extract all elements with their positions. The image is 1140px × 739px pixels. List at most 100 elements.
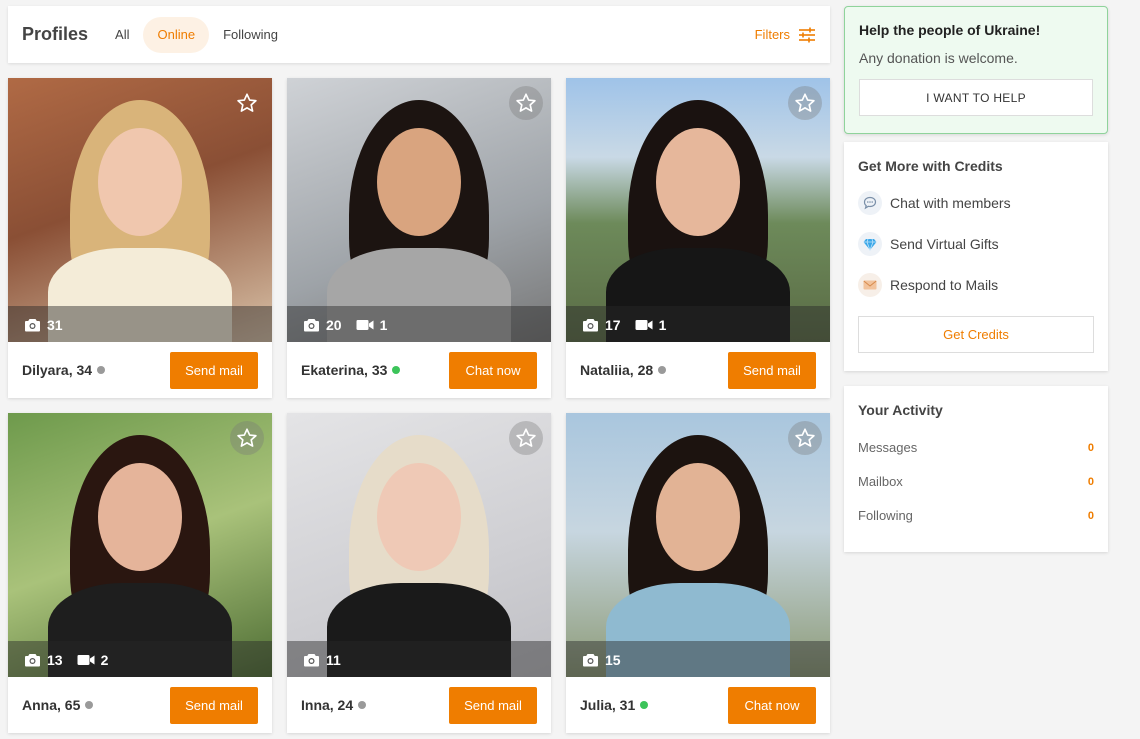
- profile-card-footer: Ekaterina, 33 Chat now: [287, 342, 551, 398]
- profile-photo[interactable]: 20 1: [287, 78, 551, 342]
- profile-name[interactable]: Julia, 31: [580, 697, 649, 713]
- activity-row-following[interactable]: Following 0: [858, 508, 1094, 523]
- video-camera-icon: [635, 320, 653, 330]
- media-counts: 31: [24, 317, 77, 333]
- favorite-star-button[interactable]: [230, 86, 264, 120]
- photo-count: 31: [24, 317, 63, 333]
- profile-name[interactable]: Dilyara, 34: [22, 362, 106, 378]
- gift-diamond-icon: [858, 232, 882, 256]
- activity-label: Messages: [858, 440, 918, 455]
- camera-icon: [25, 319, 40, 332]
- credits-item-chat: Chat with members: [858, 191, 1094, 215]
- filters-button[interactable]: Filters: [755, 27, 816, 43]
- ukraine-donation-panel: Help the people of Ukraine! Any donation…: [844, 6, 1108, 134]
- profile-card[interactable]: 17 1 Nataliia, 28 Send mail: [566, 78, 830, 398]
- credits-item-mails: Respond to Mails: [858, 273, 1094, 297]
- chat-bubble-icon: [858, 191, 882, 215]
- profile-name[interactable]: Ekaterina, 33: [301, 362, 401, 378]
- chat-now-button[interactable]: Chat now: [449, 351, 537, 389]
- activity-panel: Your Activity Messages 0 Mailbox 0 Follo…: [844, 386, 1108, 552]
- video-count: 1: [356, 317, 387, 333]
- tab-online[interactable]: Online: [143, 16, 210, 53]
- photo-count: 20: [303, 317, 342, 333]
- star-icon: [237, 93, 257, 112]
- online-status-dot: [640, 701, 649, 709]
- favorite-star-button[interactable]: [788, 86, 822, 120]
- credits-item-gifts: Send Virtual Gifts: [858, 232, 1094, 256]
- media-counts: 13 2: [24, 652, 122, 668]
- camera-icon: [25, 654, 40, 667]
- activity-title: Your Activity: [858, 402, 943, 418]
- profile-card[interactable]: 31 Dilyara, 34 Send mail: [8, 78, 272, 398]
- star-icon: [516, 428, 536, 447]
- media-counts: 11: [303, 652, 355, 668]
- activity-count: 0: [1087, 441, 1094, 454]
- star-icon: [516, 93, 536, 112]
- profile-name[interactable]: Anna, 65: [22, 697, 94, 713]
- photo-face: [377, 128, 461, 236]
- photo-face: [98, 128, 182, 236]
- credits-item-label: Chat with members: [890, 195, 1011, 211]
- sliders-icon: [799, 27, 815, 42]
- offline-status-dot: [97, 366, 106, 374]
- star-icon: [237, 428, 257, 447]
- want-to-help-button[interactable]: I WANT TO HELP: [859, 79, 1093, 116]
- profile-photo[interactable]: 15: [566, 413, 830, 677]
- envelope-icon: [858, 273, 882, 297]
- activity-row-mailbox[interactable]: Mailbox 0: [858, 474, 1094, 489]
- profile-card-footer: Inna, 24 Send mail: [287, 677, 551, 733]
- video-count: 2: [77, 652, 108, 668]
- camera-icon: [304, 654, 319, 667]
- activity-label: Mailbox: [858, 474, 903, 489]
- tab-following[interactable]: Following: [209, 17, 292, 53]
- star-icon: [795, 93, 815, 112]
- photo-count: 15: [582, 652, 621, 668]
- send-mail-button[interactable]: Send mail: [449, 686, 537, 724]
- profile-card[interactable]: 11 Inna, 24 Send mail: [287, 413, 551, 733]
- favorite-star-button[interactable]: [230, 421, 264, 455]
- favorite-star-button[interactable]: [788, 421, 822, 455]
- filters-label: Filters: [754, 27, 790, 42]
- profile-card-footer: Nataliia, 28 Send mail: [566, 342, 830, 398]
- credits-item-label: Respond to Mails: [890, 277, 999, 293]
- activity-label: Following: [858, 508, 913, 523]
- offline-status-dot: [358, 701, 367, 709]
- offline-status-dot: [85, 701, 94, 709]
- profile-name[interactable]: Inna, 24: [301, 697, 367, 713]
- profile-card[interactable]: 20 1 Ekaterina, 33 Chat now: [287, 78, 551, 398]
- photo-count: 11: [303, 652, 341, 668]
- profile-card[interactable]: 15 Julia, 31 Chat now: [566, 413, 830, 733]
- camera-icon: [583, 319, 598, 332]
- tab-all[interactable]: All: [115, 17, 143, 53]
- profile-name[interactable]: Nataliia, 28: [580, 362, 667, 378]
- video-camera-icon: [356, 320, 374, 330]
- credits-panel: Get More with Credits Chat with members …: [844, 142, 1108, 371]
- send-mail-button[interactable]: Send mail: [728, 351, 816, 389]
- activity-row-messages[interactable]: Messages 0: [858, 440, 1094, 455]
- profile-photo[interactable]: 31: [8, 78, 272, 342]
- profile-photo[interactable]: 13 2: [8, 413, 272, 677]
- credits-title: Get More with Credits: [858, 158, 1003, 174]
- photo-face: [656, 128, 740, 236]
- profile-card[interactable]: 13 2 Anna, 65 Send mail: [8, 413, 272, 733]
- video-camera-icon: [77, 655, 95, 665]
- video-count: 1: [635, 317, 666, 333]
- ukraine-subtitle: Any donation is welcome.: [859, 50, 1018, 66]
- ukraine-title: Help the people of Ukraine!: [859, 22, 1041, 38]
- activity-count: 0: [1087, 509, 1094, 522]
- send-mail-button[interactable]: Send mail: [170, 686, 258, 724]
- profile-card-footer: Anna, 65 Send mail: [8, 677, 272, 733]
- profile-photo[interactable]: 17 1: [566, 78, 830, 342]
- get-credits-button[interactable]: Get Credits: [858, 316, 1094, 353]
- photo-count: 13: [24, 652, 63, 668]
- media-counts: 15: [582, 652, 635, 668]
- credits-item-label: Send Virtual Gifts: [890, 236, 999, 252]
- favorite-star-button[interactable]: [509, 421, 543, 455]
- profile-photo[interactable]: 11: [287, 413, 551, 677]
- send-mail-button[interactable]: Send mail: [170, 351, 258, 389]
- camera-icon: [583, 654, 598, 667]
- photo-face: [377, 463, 461, 571]
- chat-now-button[interactable]: Chat now: [728, 686, 816, 724]
- favorite-star-button[interactable]: [509, 86, 543, 120]
- media-counts: 17 1: [582, 317, 680, 333]
